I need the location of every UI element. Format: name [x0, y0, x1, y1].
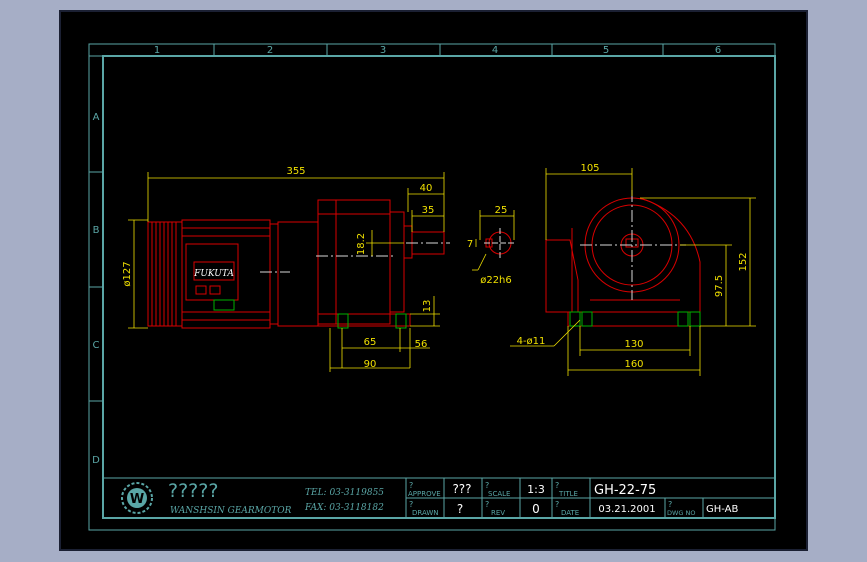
date-q: ?	[555, 500, 559, 509]
front-view-fasteners	[569, 311, 701, 327]
dwg-label: DWG NO	[667, 509, 696, 517]
title-value: GH-22-75	[594, 483, 656, 498]
drawn-label: DRAWN	[412, 509, 439, 517]
dim-diameter-127: ø127	[122, 261, 133, 286]
grid-col-1: 1	[154, 45, 160, 56]
dim-shaft-40: 40	[420, 183, 433, 194]
company-name: ?????	[168, 480, 218, 502]
dim-front-160: 160	[624, 359, 643, 370]
dim-shaft-width-25: 25	[495, 205, 508, 216]
dim-key-7: 7	[467, 239, 473, 250]
dim-base-65: 65	[364, 337, 377, 348]
title-q: ?	[555, 481, 559, 490]
dim-shaft-35: 35	[422, 205, 435, 216]
scale-value: 1:3	[527, 483, 545, 496]
logo-letter: W	[130, 492, 144, 507]
dim-shaft-dia: ø22h6	[480, 275, 512, 286]
dim-height-18-2: 18.2	[356, 233, 367, 255]
grid-row-d: D	[92, 455, 100, 466]
company-logo: W	[121, 482, 153, 514]
dim-front-holes: 4-ø11	[517, 336, 546, 347]
dim-foot-13: 13	[422, 300, 433, 313]
date-label: DATE	[561, 509, 579, 517]
approve-q: ?	[409, 481, 413, 490]
rev-q: ?	[485, 500, 489, 509]
dim-overall-length: 355	[286, 166, 305, 177]
dim-front-130: 130	[624, 339, 643, 350]
dim-front-152: 152	[738, 252, 749, 271]
dim-base-56: 56	[415, 339, 428, 350]
dwg-value: GH-AB	[706, 504, 738, 515]
shaft-detail: 25 7 ø22h6	[467, 205, 516, 286]
grid-col-5: 5	[603, 45, 609, 56]
grid-row-a: A	[93, 112, 100, 123]
company-fax: FAX: 03-3118182	[304, 503, 384, 513]
scale-label: SCALE	[488, 490, 510, 498]
dim-front-105: 105	[580, 163, 599, 174]
grid-row-b: B	[93, 225, 100, 236]
scale-q: ?	[485, 481, 489, 490]
drawing-svg: 1 2 3 4 5 6 A B C D FUKUTA 355 40 35 ø12…	[88, 43, 776, 531]
sheet-border	[88, 43, 776, 531]
cad-viewport: 1 2 3 4 5 6 A B C D FUKUTA 355 40 35 ø12…	[0, 0, 867, 562]
front-view-part	[545, 197, 701, 327]
drawn-value: ?	[457, 502, 463, 516]
grid-row-c: C	[93, 340, 100, 351]
drawn-q: ?	[409, 500, 413, 509]
front-view-centerlines	[580, 190, 686, 300]
grid-col-3: 3	[380, 45, 386, 56]
approve-value: ???	[452, 482, 471, 496]
dwg-q: ?	[668, 500, 672, 509]
grid-labels: 1 2 3 4 5 6 A B C D	[92, 45, 721, 466]
rev-label: REV	[491, 509, 505, 517]
dim-base-90: 90	[364, 359, 377, 370]
side-view-part	[147, 199, 445, 329]
front-view-dim-labels: 105 152 97.5 4-ø11 130 160	[517, 163, 749, 370]
approve-label: APPROVE	[408, 490, 441, 498]
grid-col-6: 6	[715, 45, 721, 56]
rev-value: 0	[532, 502, 540, 516]
title-label: TITLE	[558, 490, 578, 498]
dim-front-97-5: 97.5	[714, 275, 725, 297]
company-tel: TEL: 03-3119855	[305, 488, 384, 498]
motor-nameplate-label: FUKUTA	[193, 269, 234, 279]
date-value: 03.21.2001	[598, 504, 655, 515]
side-view-centerlines	[260, 242, 450, 273]
company-subtitle: WANSHSIN GEARMOTOR	[170, 506, 292, 516]
grid-col-2: 2	[267, 45, 273, 56]
grid-col-4: 4	[492, 45, 498, 56]
